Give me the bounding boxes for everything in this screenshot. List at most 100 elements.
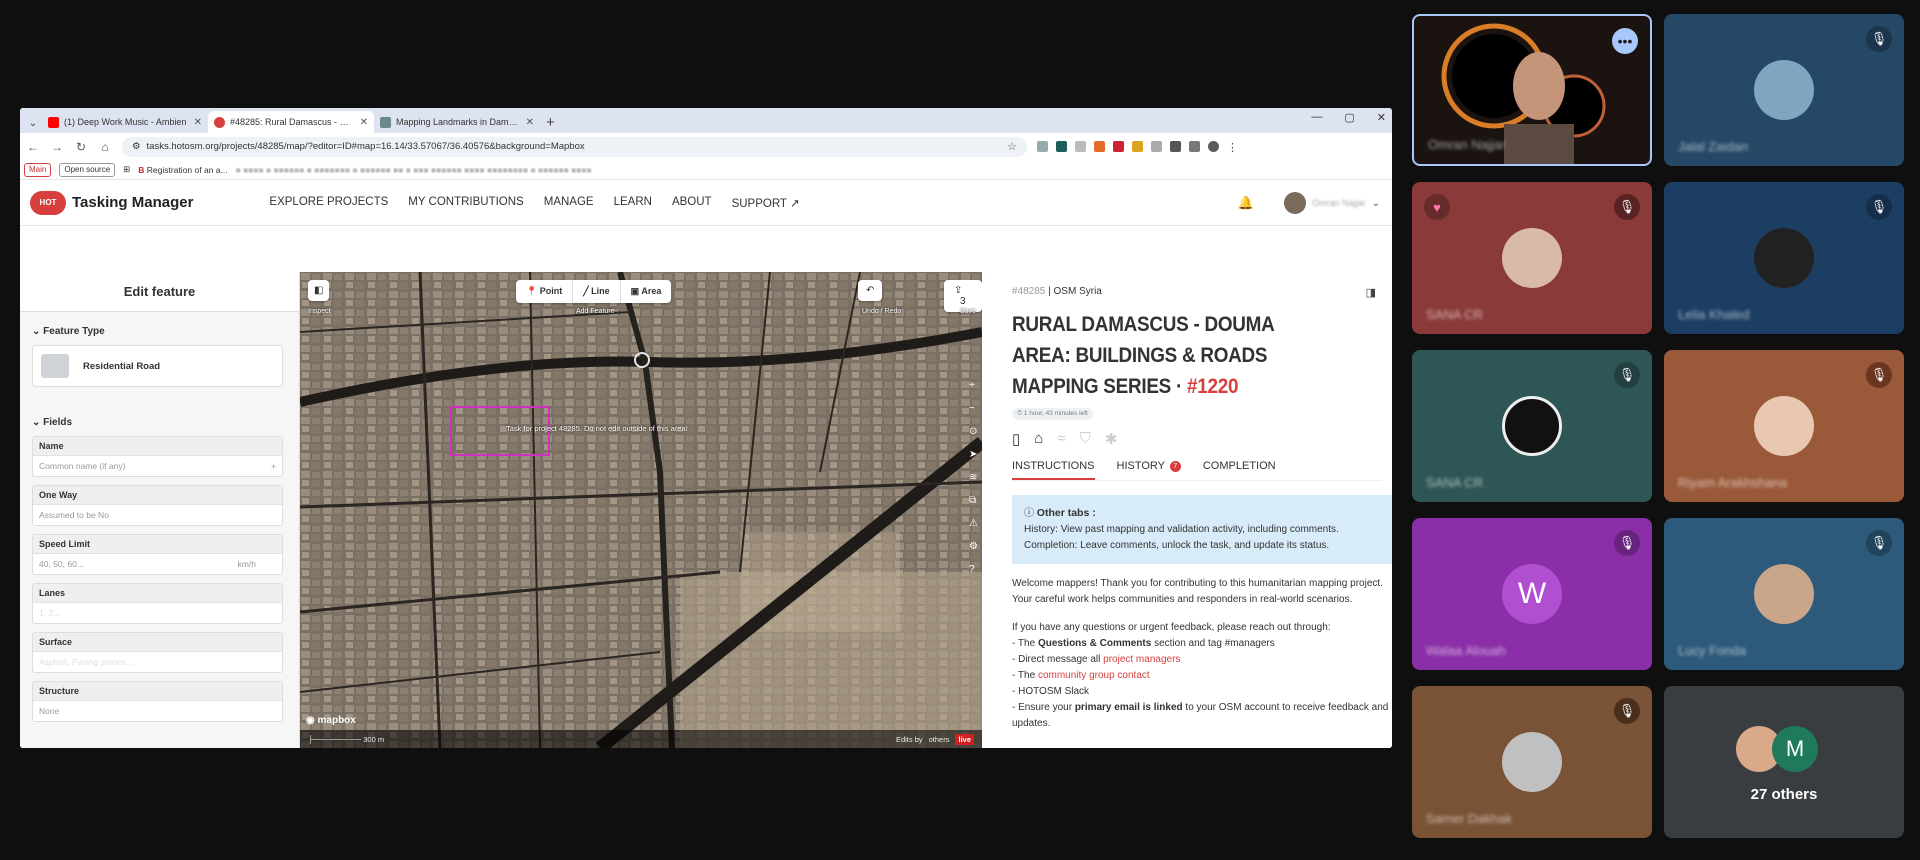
surface-input[interactable]: Asphalt, Paving stones... [33, 652, 282, 672]
save-label: Save [960, 308, 976, 315]
menu-icon[interactable]: ⋮ [1227, 141, 1238, 154]
tab-history[interactable]: HISTORY 7 [1117, 460, 1181, 480]
tab-list-icon[interactable]: ⌄ [24, 113, 42, 133]
area-tool-button[interactable]: ▣ Area [621, 280, 672, 303]
speed-limit-input[interactable]: 40, 50, 60... km/h [33, 554, 282, 574]
name-input[interactable]: Common name (if any) + [33, 456, 282, 476]
extension-icon[interactable] [1075, 141, 1086, 152]
site-info-icon[interactable]: ⚙ [132, 141, 141, 152]
participant-tile-0[interactable]: ••• Omran Najjar [1412, 14, 1652, 166]
participant-tile-6[interactable]: W 🎙 Walaa Alouah [1412, 518, 1652, 670]
layers-icon[interactable]: ≋ [969, 472, 978, 483]
participant-tile-3[interactable]: 🎙 Lelia Khaled [1664, 182, 1904, 334]
forward-icon[interactable]: → [50, 140, 64, 154]
zoom-out-icon[interactable]: − [969, 403, 978, 414]
add-icon[interactable]: + [271, 461, 276, 471]
bookmark-main[interactable]: Main [24, 162, 52, 177]
tab-mapping-landmarks[interactable]: Mapping Landmarks in Damasc ✕ [374, 111, 540, 133]
nav-about[interactable]: ABOUT [672, 196, 712, 210]
undo-button[interactable]: ↶ [858, 280, 883, 301]
compass-icon[interactable]: ⊙ [969, 426, 978, 437]
map-canvas[interactable]: ◧ Inspect 📍 Point ╱ Line ▣ Area Add Feat… [300, 272, 982, 748]
tab-instructions[interactable]: INSTRUCTIONS [1012, 460, 1095, 480]
more-options-icon[interactable]: ••• [1612, 28, 1638, 54]
minimize-icon[interactable]: — [1311, 111, 1322, 124]
url-text: tasks.hotosm.org/projects/48285/map/?edi… [146, 141, 585, 152]
extension-icon[interactable] [1056, 141, 1067, 152]
map-data-icon[interactable]: ⧉ [969, 495, 978, 506]
feature-type-heading[interactable]: ⌄ Feature Type [32, 326, 299, 337]
nav-support[interactable]: SUPPORT ↗ [732, 196, 800, 210]
field-label: Name [33, 437, 282, 456]
url-field[interactable]: ⚙ tasks.hotosm.org/projects/48285/map/?e… [122, 136, 1027, 157]
participant-tile-1[interactable]: 🎙 Jalal Zaidan [1664, 14, 1904, 166]
extension-icon[interactable] [1094, 141, 1105, 152]
bookmark-blurred[interactable]: ■ ■■■■ ■ ■■■■■■ ■ ■■■■■■■ ■ ■■■■■■ ■■ ■ … [236, 165, 592, 175]
nav-learn[interactable]: LEARN [614, 196, 652, 210]
landuse-icon: ⛉ [1079, 430, 1091, 447]
extension-icon[interactable] [1151, 141, 1162, 152]
notifications-bell-icon[interactable]: 🔔 [1238, 195, 1254, 211]
contact-text: If you have any questions or urgent feed… [1012, 622, 1389, 729]
extension-icon[interactable] [1037, 141, 1048, 152]
field-label: Surface [33, 633, 282, 652]
sidebar-toggle-icon[interactable]: ◨ [1366, 286, 1376, 299]
preferences-icon[interactable]: ⚙ [969, 541, 978, 552]
project-managers-link[interactable]: project managers [1103, 654, 1180, 665]
hot-logo-icon: HOT [30, 190, 66, 215]
extension-icon[interactable] [1113, 141, 1124, 152]
avatar [1502, 228, 1562, 288]
chevron-down-icon: ⌄ [1371, 197, 1380, 209]
scale-bar: ├───────── 300 m [308, 734, 385, 744]
line-tool-button[interactable]: ╱ Line [573, 280, 621, 303]
participant-tile-2[interactable]: ♥ 🎙 SANA CR [1412, 182, 1652, 334]
participant-tile-4[interactable]: 🎙 SANA CR [1412, 350, 1652, 502]
locate-icon[interactable]: ➤ [969, 449, 978, 460]
community-contact-link[interactable]: community group contact [1038, 670, 1150, 681]
tab-completion[interactable]: COMPLETION [1203, 460, 1276, 480]
close-tab-icon[interactable]: ✕ [360, 117, 368, 128]
back-icon[interactable]: ← [26, 140, 40, 154]
nav-manage[interactable]: MANAGE [544, 196, 594, 210]
time-left-badge: ⏱ 1 hour, 43 minutes left [1012, 408, 1093, 420]
new-tab-icon[interactable]: + [546, 113, 555, 133]
participant-name: SANA CR [1426, 307, 1484, 322]
apps-grid-icon[interactable]: ⊞ [123, 164, 130, 175]
help-icon[interactable]: ? [969, 564, 978, 575]
bookmark-registration[interactable]: B Registration of an a... [138, 165, 227, 175]
home-icon[interactable]: ⌂ [98, 140, 112, 154]
user-menu[interactable]: Omran Najjar ⌄ [1284, 192, 1380, 214]
puzzle-icon[interactable] [1170, 141, 1181, 152]
others-tile[interactable]: M 27 others [1664, 686, 1904, 838]
avatar: W [1502, 564, 1562, 624]
issues-icon[interactable]: ⚠ [969, 518, 978, 529]
feature-type-selector[interactable]: Residential Road [32, 345, 283, 387]
profile-icon[interactable] [1208, 141, 1219, 152]
close-tab-icon[interactable]: ✕ [526, 117, 534, 128]
tab-deep-work[interactable]: (1) Deep Work Music - Ambien ✕ [42, 111, 208, 133]
lanes-input[interactable]: 1, 2... [33, 603, 282, 623]
structure-input[interactable]: None [33, 701, 282, 721]
extension-icon[interactable] [1132, 141, 1143, 152]
fields-heading[interactable]: ⌄ Fields [32, 417, 299, 428]
one-way-input[interactable]: Assumed to be No [33, 505, 282, 525]
zoom-in-icon[interactable]: + [969, 380, 978, 391]
nav-my-contributions[interactable]: MY CONTRIBUTIONS [408, 196, 523, 210]
reload-icon[interactable]: ↻ [74, 140, 88, 154]
point-tool-button[interactable]: 📍 Point [516, 280, 574, 303]
maximize-icon[interactable]: ▢ [1344, 111, 1354, 124]
participant-tile-8[interactable]: 🎙 Samer Dakhak [1412, 686, 1652, 838]
bookmark-open-source[interactable]: Open source [59, 162, 116, 177]
participant-tile-5[interactable]: 🎙 Riyam Arakhshana [1664, 350, 1904, 502]
close-tab-icon[interactable]: ✕ [194, 117, 202, 128]
participant-tile-7[interactable]: 🎙 Lucy Fonda [1664, 518, 1904, 670]
close-window-icon[interactable]: ✕ [1377, 111, 1386, 124]
participant-name: SANA CR [1426, 475, 1484, 490]
tab-tasking-manager[interactable]: #48285: Rural Damascus - Dou ✕ [208, 111, 374, 133]
tm-logo[interactable]: HOT Tasking Manager [30, 190, 193, 215]
bookmark-star-icon[interactable]: ☆ [1007, 140, 1017, 153]
info-icon: ⓘ [1024, 508, 1034, 519]
download-icon[interactable] [1189, 141, 1200, 152]
nav-explore-projects[interactable]: EXPLORE PROJECTS [269, 196, 388, 210]
inspect-toggle-icon[interactable]: ◧ [308, 280, 330, 301]
